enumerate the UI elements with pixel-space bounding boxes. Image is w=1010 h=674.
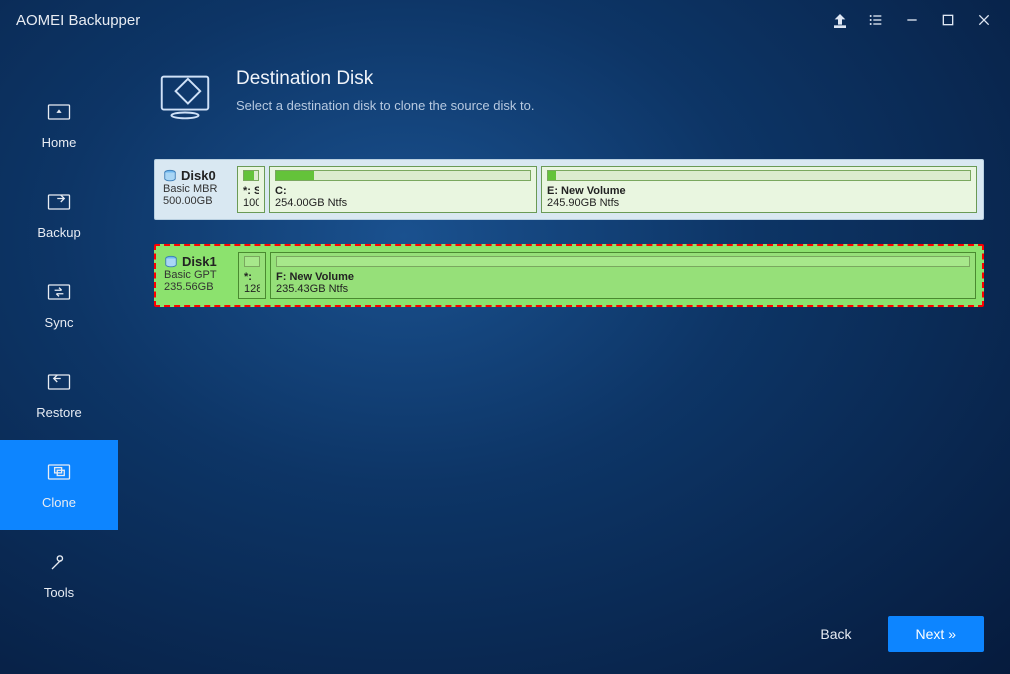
sidebar-item-label: Backup [37,225,80,240]
partition-label: *: [244,271,260,283]
tools-icon [45,551,73,573]
disk-row[interactable]: Disk1Basic GPT235.56GB*:128.F: New Volum… [154,244,984,307]
close-button[interactable] [966,0,1002,40]
partition[interactable]: C:254.00GB Ntfs [269,166,537,213]
disk-icon [164,255,178,269]
sidebar-item-label: Tools [44,585,74,600]
sync-icon [45,281,73,303]
partition[interactable]: *:128. [238,252,266,299]
sidebar-item-home[interactable]: Home [0,80,118,170]
disk-type: Basic GPT [164,269,232,281]
partition-label: F: New Volume [276,271,970,283]
footer: Back Next » [806,616,984,652]
back-button[interactable]: Back [806,616,865,652]
clone-icon [45,461,73,483]
partition-usage-bar [276,256,970,267]
upgrade-icon[interactable] [822,0,858,40]
sidebar-item-clone[interactable]: Clone [0,440,118,530]
page-title: Destination Disk [236,68,534,90]
disk-meta: Disk1Basic GPT235.56GB [162,252,234,299]
titlebar: AOMEI Backupper [0,0,1010,40]
sidebar-item-backup[interactable]: Backup [0,170,118,260]
sidebar-item-label: Home [42,135,77,150]
content-area: Destination Disk Select a destination di… [118,40,1010,674]
sidebar-item-label: Sync [45,315,74,330]
page-subtitle: Select a destination disk to clone the s… [236,98,534,113]
sidebar-item-label: Restore [36,405,82,420]
disk-row[interactable]: Disk0Basic MBR500.00GB*: S100.C:254.00GB… [154,159,984,220]
partition-size: 235.43GB Ntfs [276,283,970,295]
destination-disk-icon [154,68,216,129]
disk-size: 235.56GB [164,281,232,293]
partition-label: C: [275,185,531,197]
partition-usage-bar [275,170,531,181]
sidebar-item-restore[interactable]: Restore [0,350,118,440]
partition-usage-bar [244,256,260,267]
minimize-button[interactable] [894,0,930,40]
disk-icon [163,169,177,183]
maximize-button[interactable] [930,0,966,40]
partition-size: 254.00GB Ntfs [275,197,531,209]
partition-size: 128. [244,283,260,295]
disk-name: Disk1 [164,254,232,269]
next-button-label: Next » [916,626,956,642]
next-button[interactable]: Next » [888,616,984,652]
partition[interactable]: F: New Volume235.43GB Ntfs [270,252,976,299]
partition-size: 245.90GB Ntfs [547,197,971,209]
home-icon [45,101,73,123]
sidebar-item-label: Clone [42,495,76,510]
disk-meta: Disk0Basic MBR500.00GB [161,166,233,213]
disk-list: Disk0Basic MBR500.00GB*: S100.C:254.00GB… [154,159,984,307]
partition-usage-bar [547,170,971,181]
sidebar: Home Backup Sync Restore Clone Tools [0,40,118,674]
disk-type: Basic MBR [163,183,231,195]
menu-list-icon[interactable] [858,0,894,40]
app-title: AOMEI Backupper [16,12,140,29]
partition[interactable]: E: New Volume245.90GB Ntfs [541,166,977,213]
backup-icon [45,191,73,213]
partition[interactable]: *: S100. [237,166,265,213]
partition-label: *: S [243,185,259,197]
partition-size: 100. [243,197,259,209]
restore-icon [45,371,73,393]
sidebar-item-tools[interactable]: Tools [0,530,118,620]
disk-size: 500.00GB [163,195,231,207]
sidebar-item-sync[interactable]: Sync [0,260,118,350]
page-header: Destination Disk Select a destination di… [154,68,984,129]
partition-usage-bar [243,170,259,181]
disk-name: Disk0 [163,168,231,183]
partition-label: E: New Volume [547,185,971,197]
